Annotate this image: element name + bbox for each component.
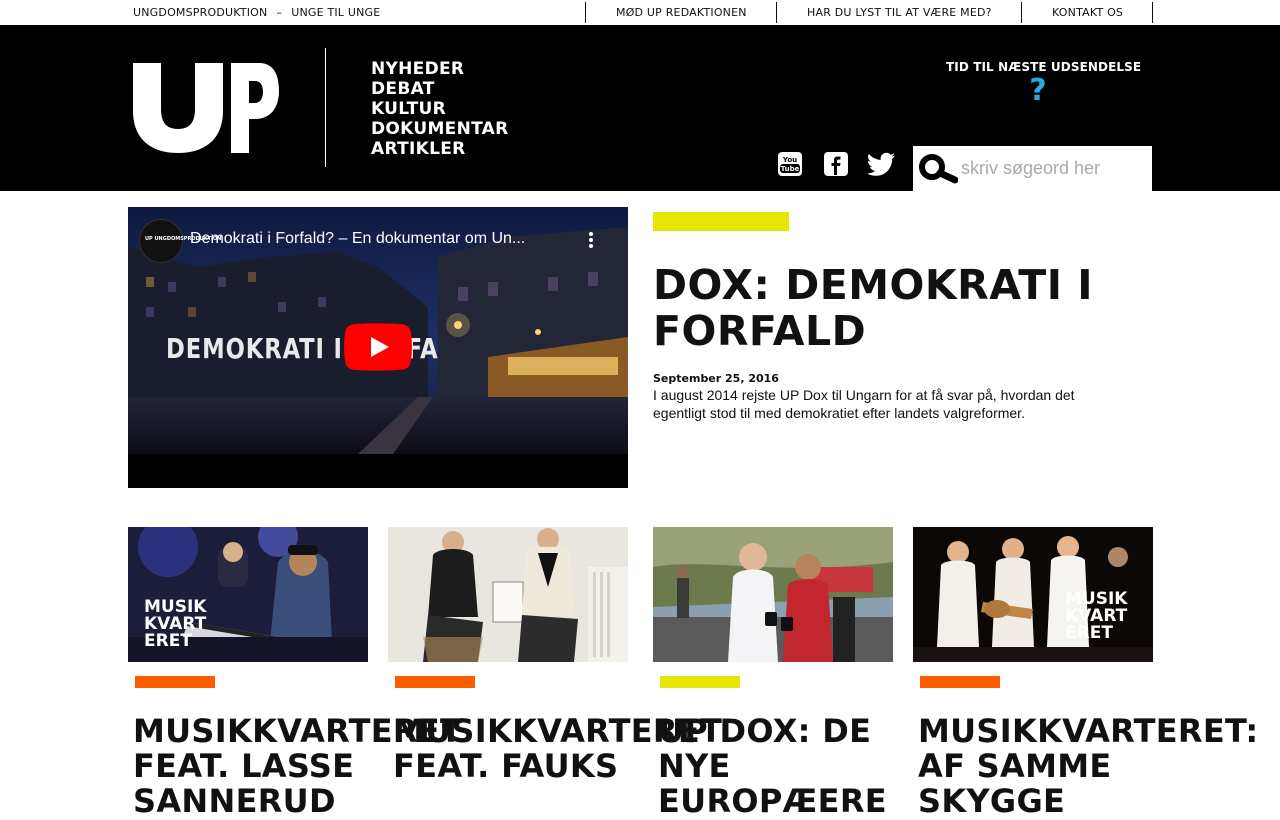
- header-divider: [325, 48, 326, 167]
- site-header: NYHEDER DEBAT KULTUR DOKUMENTAR ARTIKLER…: [0, 25, 1280, 191]
- card-category-tag: [135, 676, 215, 688]
- channel-avatar[interactable]: UP UNGDOMSPRODUKTION: [139, 219, 221, 263]
- search-box: [913, 146, 1152, 191]
- twitter-icon[interactable]: [868, 151, 896, 177]
- card-title-line: EUROPÆERE: [658, 782, 887, 820]
- nav-dokumentar[interactable]: DOKUMENTAR: [371, 119, 509, 139]
- play-button[interactable]: [344, 323, 412, 371]
- countdown-title: TID TIL NÆSTE UDSENDELSE: [946, 60, 1142, 74]
- nav-debat[interactable]: DEBAT: [371, 79, 509, 99]
- card-title-line: UP DOX: DE: [658, 712, 872, 750]
- card-thumbnail[interactable]: MUSIK KVART ERET: [128, 527, 368, 662]
- svg-text:You: You: [782, 156, 797, 164]
- divider: [1152, 2, 1153, 23]
- card-category-tag: [660, 676, 740, 688]
- svg-text:Tube: Tube: [781, 165, 800, 173]
- divider: [1021, 2, 1022, 23]
- card-title-line: SANNERUD: [133, 782, 336, 820]
- video-title[interactable]: Demokrati i Forfald? – En dokumentar om …: [190, 230, 525, 248]
- card-thumbnail[interactable]: [388, 527, 628, 662]
- main-nav: NYHEDER DEBAT KULTUR DOKUMENTAR ARTIKLER: [371, 59, 509, 159]
- card-title-line: MUSIKKVARTERET:: [918, 712, 1259, 750]
- next-broadcast-countdown: TID TIL NÆSTE UDSENDELSE ?: [946, 60, 1142, 108]
- card-title-line: SKYGGE: [918, 782, 1066, 820]
- card-title[interactable]: MUSIKKVARTERET: AF SAMME SKYGGE: [918, 714, 1259, 819]
- link-meet-editors[interactable]: MØD UP REDAKTIONEN: [616, 6, 747, 19]
- countdown-value: ?: [1029, 73, 1047, 108]
- musikkvarteret-logo: MUSIK KVART ERET: [1065, 589, 1128, 643]
- featured-title[interactable]: DOX: DEMOKRATI I FORFALD: [653, 262, 1123, 354]
- card-thumbnail[interactable]: [653, 527, 893, 662]
- youtube-icon[interactable]: You Tube: [776, 151, 804, 177]
- category-tag: [653, 212, 789, 231]
- tagline-separator: –: [276, 6, 283, 19]
- tagline-left: UNGDOMSPRODUKTION: [133, 6, 268, 19]
- nav-nyheder[interactable]: NYHEDER: [371, 59, 509, 79]
- up-logo[interactable]: [131, 47, 281, 157]
- search-input[interactable]: [961, 154, 1146, 182]
- divider: [585, 2, 586, 23]
- card-thumbnail[interactable]: MUSIK KVART ERET: [913, 527, 1153, 662]
- featured-date: September 25, 2016: [653, 372, 779, 385]
- card-image: [653, 527, 893, 662]
- featured-video-player[interactable]: DEMOKRATI I FORFA UP UNGDOMSPRODUKTION D…: [128, 207, 628, 488]
- card-category-tag: [395, 676, 475, 688]
- search-icon[interactable]: [918, 153, 958, 185]
- card-title-line: NYE: [658, 747, 731, 785]
- nav-kultur[interactable]: KULTUR: [371, 99, 509, 119]
- link-join-us[interactable]: HAR DU LYST TIL AT VÆRE MED?: [807, 6, 992, 19]
- nav-artikler[interactable]: ARTIKLER: [371, 139, 509, 159]
- top-utility-bar: UNGDOMSPRODUKTION – UNGE TIL UNGE MØD UP R…: [0, 0, 1280, 25]
- card-title-line: AF SAMME: [918, 747, 1112, 785]
- card-image: [388, 527, 628, 662]
- card-title[interactable]: UP DOX: DE NYE EUROPÆERE: [658, 714, 887, 819]
- tagline-right: UNGE TIL UNGE: [291, 6, 381, 19]
- divider: [776, 2, 777, 23]
- card-category-tag: [920, 676, 1000, 688]
- musikkvarteret-logo: MUSIK KVART ERET: [144, 597, 207, 651]
- more-options-icon[interactable]: [587, 231, 595, 249]
- link-contact[interactable]: KONTAKT OS: [1052, 6, 1123, 19]
- tagline: UNGDOMSPRODUKTION – UNGE TIL UNGE: [133, 6, 380, 19]
- facebook-icon[interactable]: [822, 151, 850, 177]
- featured-summary: I august 2014 rejste UP Dox til Ungarn f…: [653, 387, 1075, 421]
